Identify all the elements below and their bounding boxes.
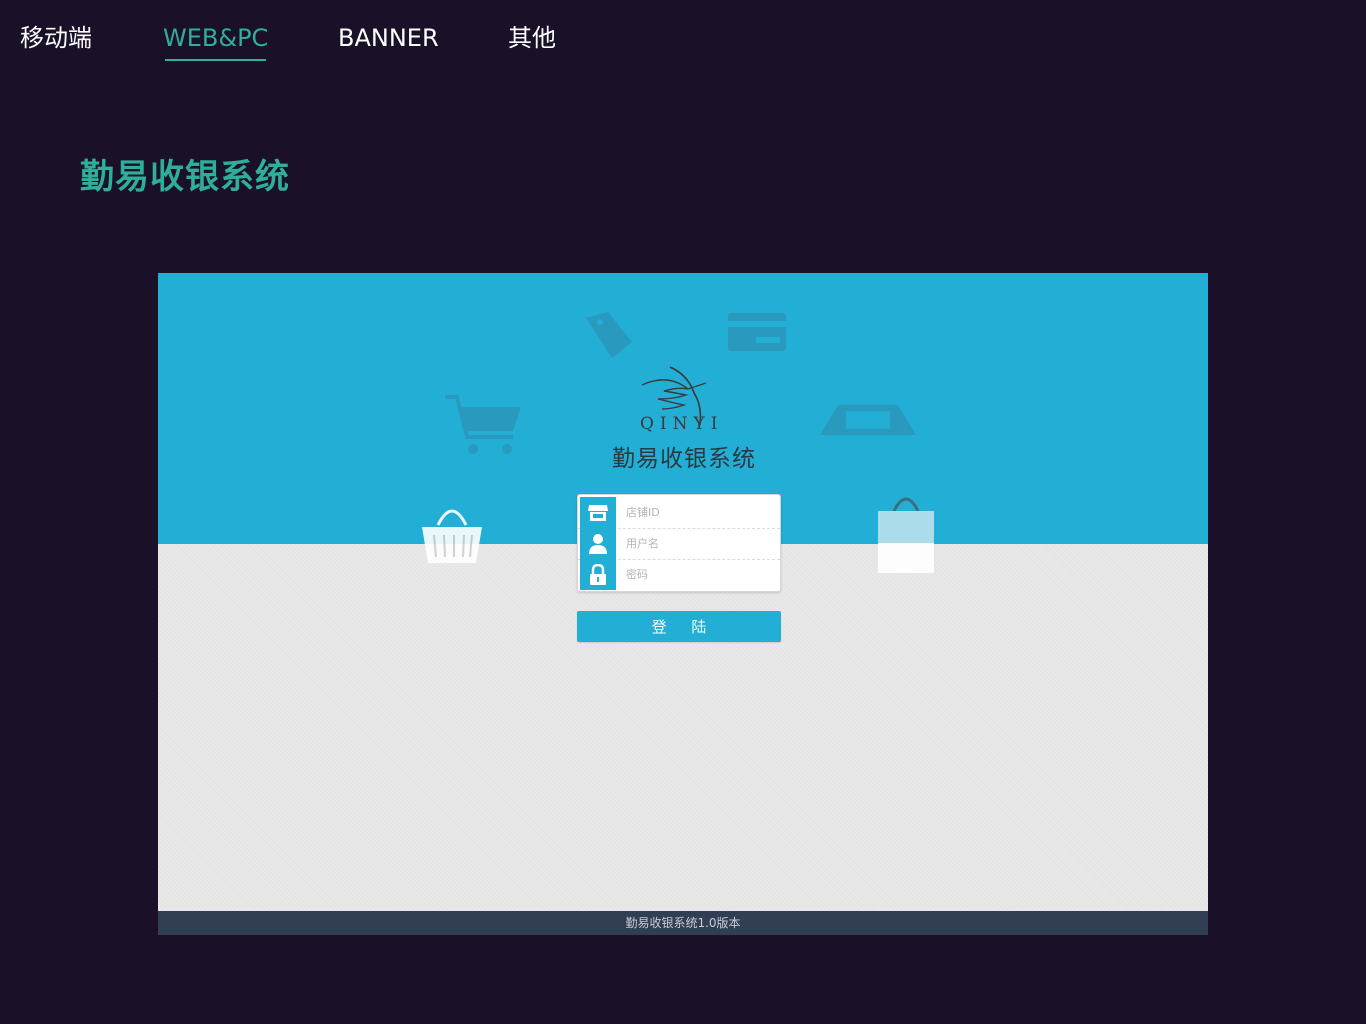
price-tag-icon — [586, 312, 632, 358]
credit-card-icon — [728, 313, 786, 351]
lock-icon — [580, 559, 616, 590]
cash-register-icon — [820, 405, 916, 435]
username-row — [578, 528, 780, 560]
tab-mobile[interactable]: 移动端 — [20, 22, 92, 54]
password-input[interactable] — [618, 559, 776, 589]
shopping-bag-icon — [878, 497, 934, 573]
basket-icon — [422, 509, 482, 563]
login-form — [577, 494, 781, 592]
tab-other[interactable]: 其他 — [508, 22, 556, 54]
shopping-cart-icon — [445, 395, 521, 454]
top-nav: 移动端 WEB&PC BANNER 其他 — [0, 0, 1366, 70]
login-button[interactable]: 登 陆 — [577, 611, 781, 642]
logo-wordmark: QINYI — [640, 414, 724, 434]
store-id-row — [578, 497, 780, 529]
store-id-input[interactable] — [618, 497, 776, 527]
tab-web-pc[interactable]: WEB&PC — [163, 22, 268, 54]
store-icon — [580, 497, 616, 528]
user-icon — [580, 528, 616, 559]
tab-banner[interactable]: BANNER — [338, 22, 439, 54]
app-title: 勤易收银系统 — [612, 446, 756, 472]
username-input[interactable] — [618, 528, 776, 558]
section-title: 勤易收银系统 — [80, 157, 290, 197]
password-row — [578, 559, 780, 590]
active-tab-underline — [165, 59, 266, 61]
content-background — [158, 544, 1208, 911]
version-footer: 勤易收银系统1.0版本 — [158, 911, 1208, 935]
login-page-mockup: QINYI 勤易收银系统 店铺ID 用户名 登 陆 勤易收银系统1.0版本 — [158, 273, 1208, 935]
